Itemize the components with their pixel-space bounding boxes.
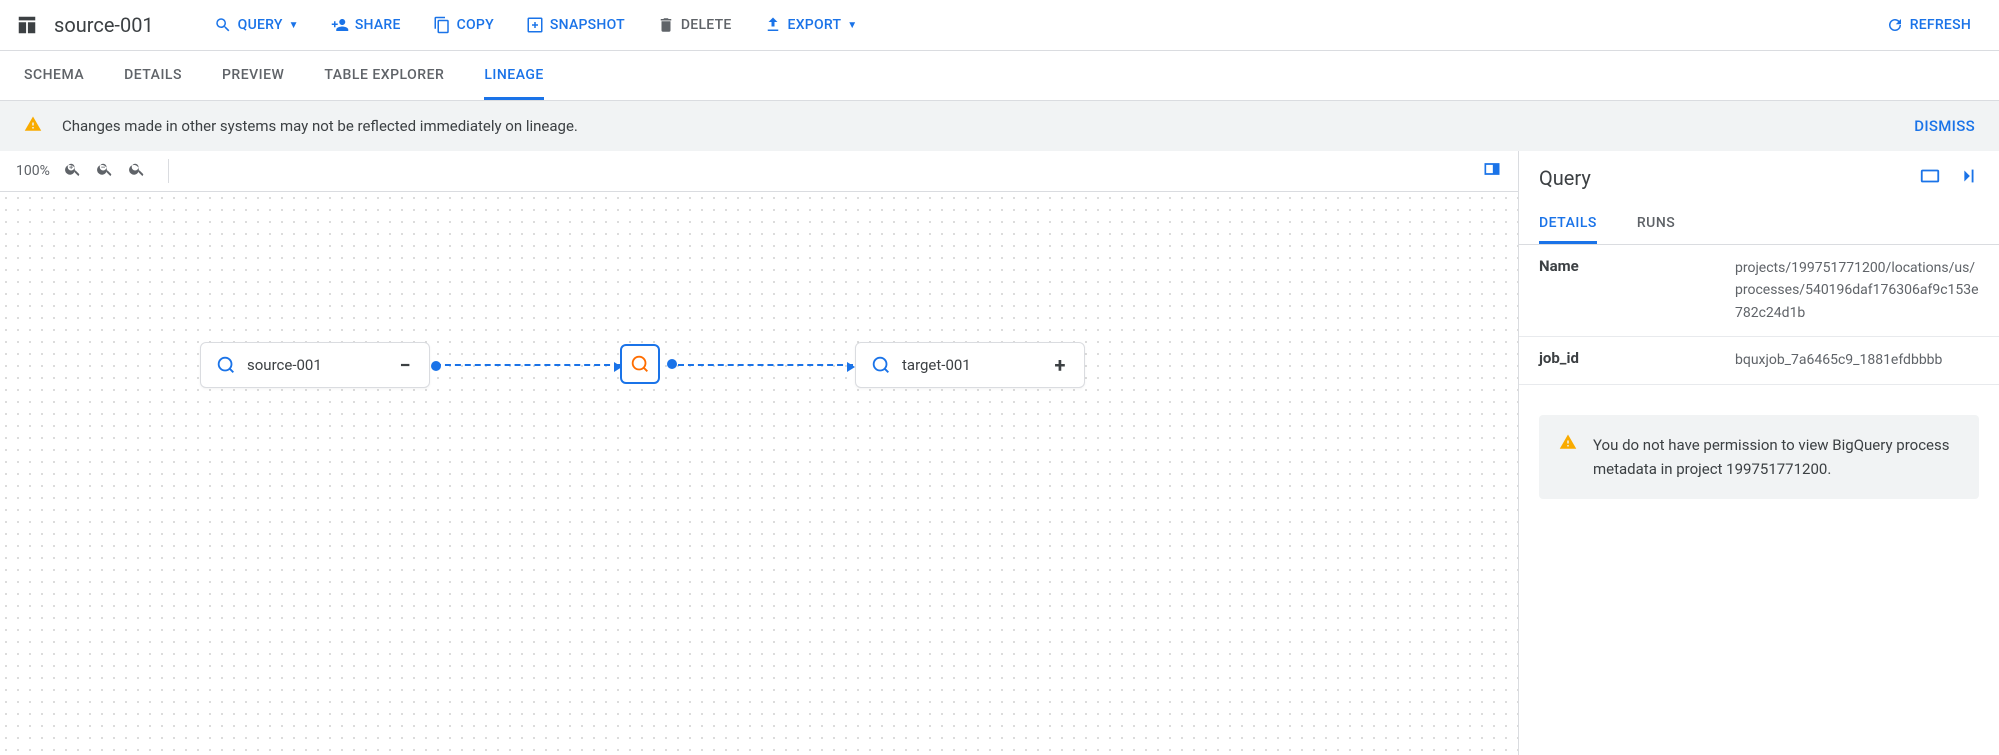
permission-warning-text: You do not have permission to view BigQu… <box>1593 433 1959 481</box>
detail-row-name: Name projects/199751771200/locations/us/… <box>1519 245 1999 337</box>
table-icon <box>16 14 38 36</box>
upload-icon <box>764 16 782 34</box>
detail-key: job_id <box>1539 349 1719 371</box>
tab-preview[interactable]: PREVIEW <box>222 51 284 100</box>
banner-text: Changes made in other systems may not be… <box>62 117 1894 135</box>
lineage-process-node[interactable] <box>620 344 660 384</box>
trash-icon <box>657 16 675 34</box>
lineage-node-source[interactable]: source-001 − <box>200 342 430 388</box>
copy-button[interactable]: COPY <box>421 10 506 40</box>
canvas-toolbar: 100% <box>0 151 1518 192</box>
tab-table-explorer[interactable]: TABLE EXPLORER <box>324 51 444 100</box>
page-title: source-001 <box>54 13 154 37</box>
main-tabs: SCHEMA DETAILS PREVIEW TABLE EXPLORER LI… <box>0 51 1999 101</box>
content-row: 100% source-001 − <box>0 151 1999 755</box>
chevron-down-icon: ▼ <box>289 20 299 31</box>
zoom-reset-icon[interactable] <box>128 160 146 182</box>
side-panel-header: Query <box>1519 151 1999 205</box>
arrow-icon <box>847 362 855 372</box>
details-side-panel: Query DETAILS RUNS Name projects/1997517… <box>1519 151 1999 755</box>
lineage-canvas[interactable]: source-001 − target-001 + <box>0 192 1518 755</box>
tab-details[interactable]: DETAILS <box>124 51 182 100</box>
lineage-edge <box>678 364 853 366</box>
warning-icon <box>24 115 42 137</box>
node-label: source-001 <box>247 356 385 374</box>
zoom-out-icon[interactable] <box>96 160 114 182</box>
lineage-edge <box>435 364 620 366</box>
side-tab-runs[interactable]: RUNS <box>1637 205 1675 244</box>
edge-dot <box>667 359 677 369</box>
bigquery-icon <box>870 354 892 376</box>
tab-lineage[interactable]: LINEAGE <box>484 51 544 100</box>
lineage-canvas-area: 100% source-001 − <box>0 151 1519 755</box>
dismiss-button[interactable]: DISMISS <box>1914 117 1975 135</box>
panel-layout-icon[interactable] <box>1919 165 1941 191</box>
person-add-icon <box>331 16 349 34</box>
refresh-button[interactable]: REFRESH <box>1874 10 1983 40</box>
edge-dot <box>431 361 441 371</box>
delete-button[interactable]: DELETE <box>645 10 744 40</box>
export-button[interactable]: EXPORT ▼ <box>752 10 870 40</box>
tab-schema[interactable]: SCHEMA <box>24 51 84 100</box>
detail-key: Name <box>1539 257 1719 324</box>
zoom-in-icon[interactable] <box>64 160 82 182</box>
collapse-panel-icon[interactable] <box>1957 165 1979 191</box>
detail-value: bquxjob_7a6465c9_1881efdbbbb <box>1735 349 1979 371</box>
expand-panel-icon[interactable] <box>1482 159 1502 183</box>
top-toolbar: source-001 QUERY ▼ SHARE COPY SNAPSHOT D… <box>0 0 1999 51</box>
zoom-level: 100% <box>16 163 50 179</box>
permission-warning-box: You do not have permission to view BigQu… <box>1539 415 1979 499</box>
side-panel-title: Query <box>1539 166 1903 190</box>
copy-icon <box>433 16 451 34</box>
node-label: target-001 <box>902 356 1040 374</box>
info-banner: Changes made in other systems may not be… <box>0 101 1999 151</box>
side-panel-tabs: DETAILS RUNS <box>1519 205 1999 245</box>
refresh-icon <box>1886 16 1904 34</box>
collapse-icon[interactable]: − <box>395 353 415 377</box>
query-button[interactable]: QUERY ▼ <box>202 10 311 40</box>
detail-row-jobid: job_id bquxjob_7a6465c9_1881efdbbbb <box>1519 337 1999 384</box>
divider <box>168 159 169 183</box>
share-button[interactable]: SHARE <box>319 10 413 40</box>
warning-icon <box>1559 433 1577 481</box>
expand-icon[interactable]: + <box>1050 353 1070 377</box>
bigquery-icon <box>629 353 651 375</box>
snapshot-icon <box>526 16 544 34</box>
search-icon <box>214 16 232 34</box>
side-tab-details[interactable]: DETAILS <box>1539 205 1597 244</box>
snapshot-button[interactable]: SNAPSHOT <box>514 10 637 40</box>
bigquery-icon <box>215 354 237 376</box>
lineage-node-target[interactable]: target-001 + <box>855 342 1085 388</box>
chevron-down-icon: ▼ <box>847 20 857 31</box>
detail-value: projects/199751771200/locations/us/proce… <box>1735 257 1979 324</box>
